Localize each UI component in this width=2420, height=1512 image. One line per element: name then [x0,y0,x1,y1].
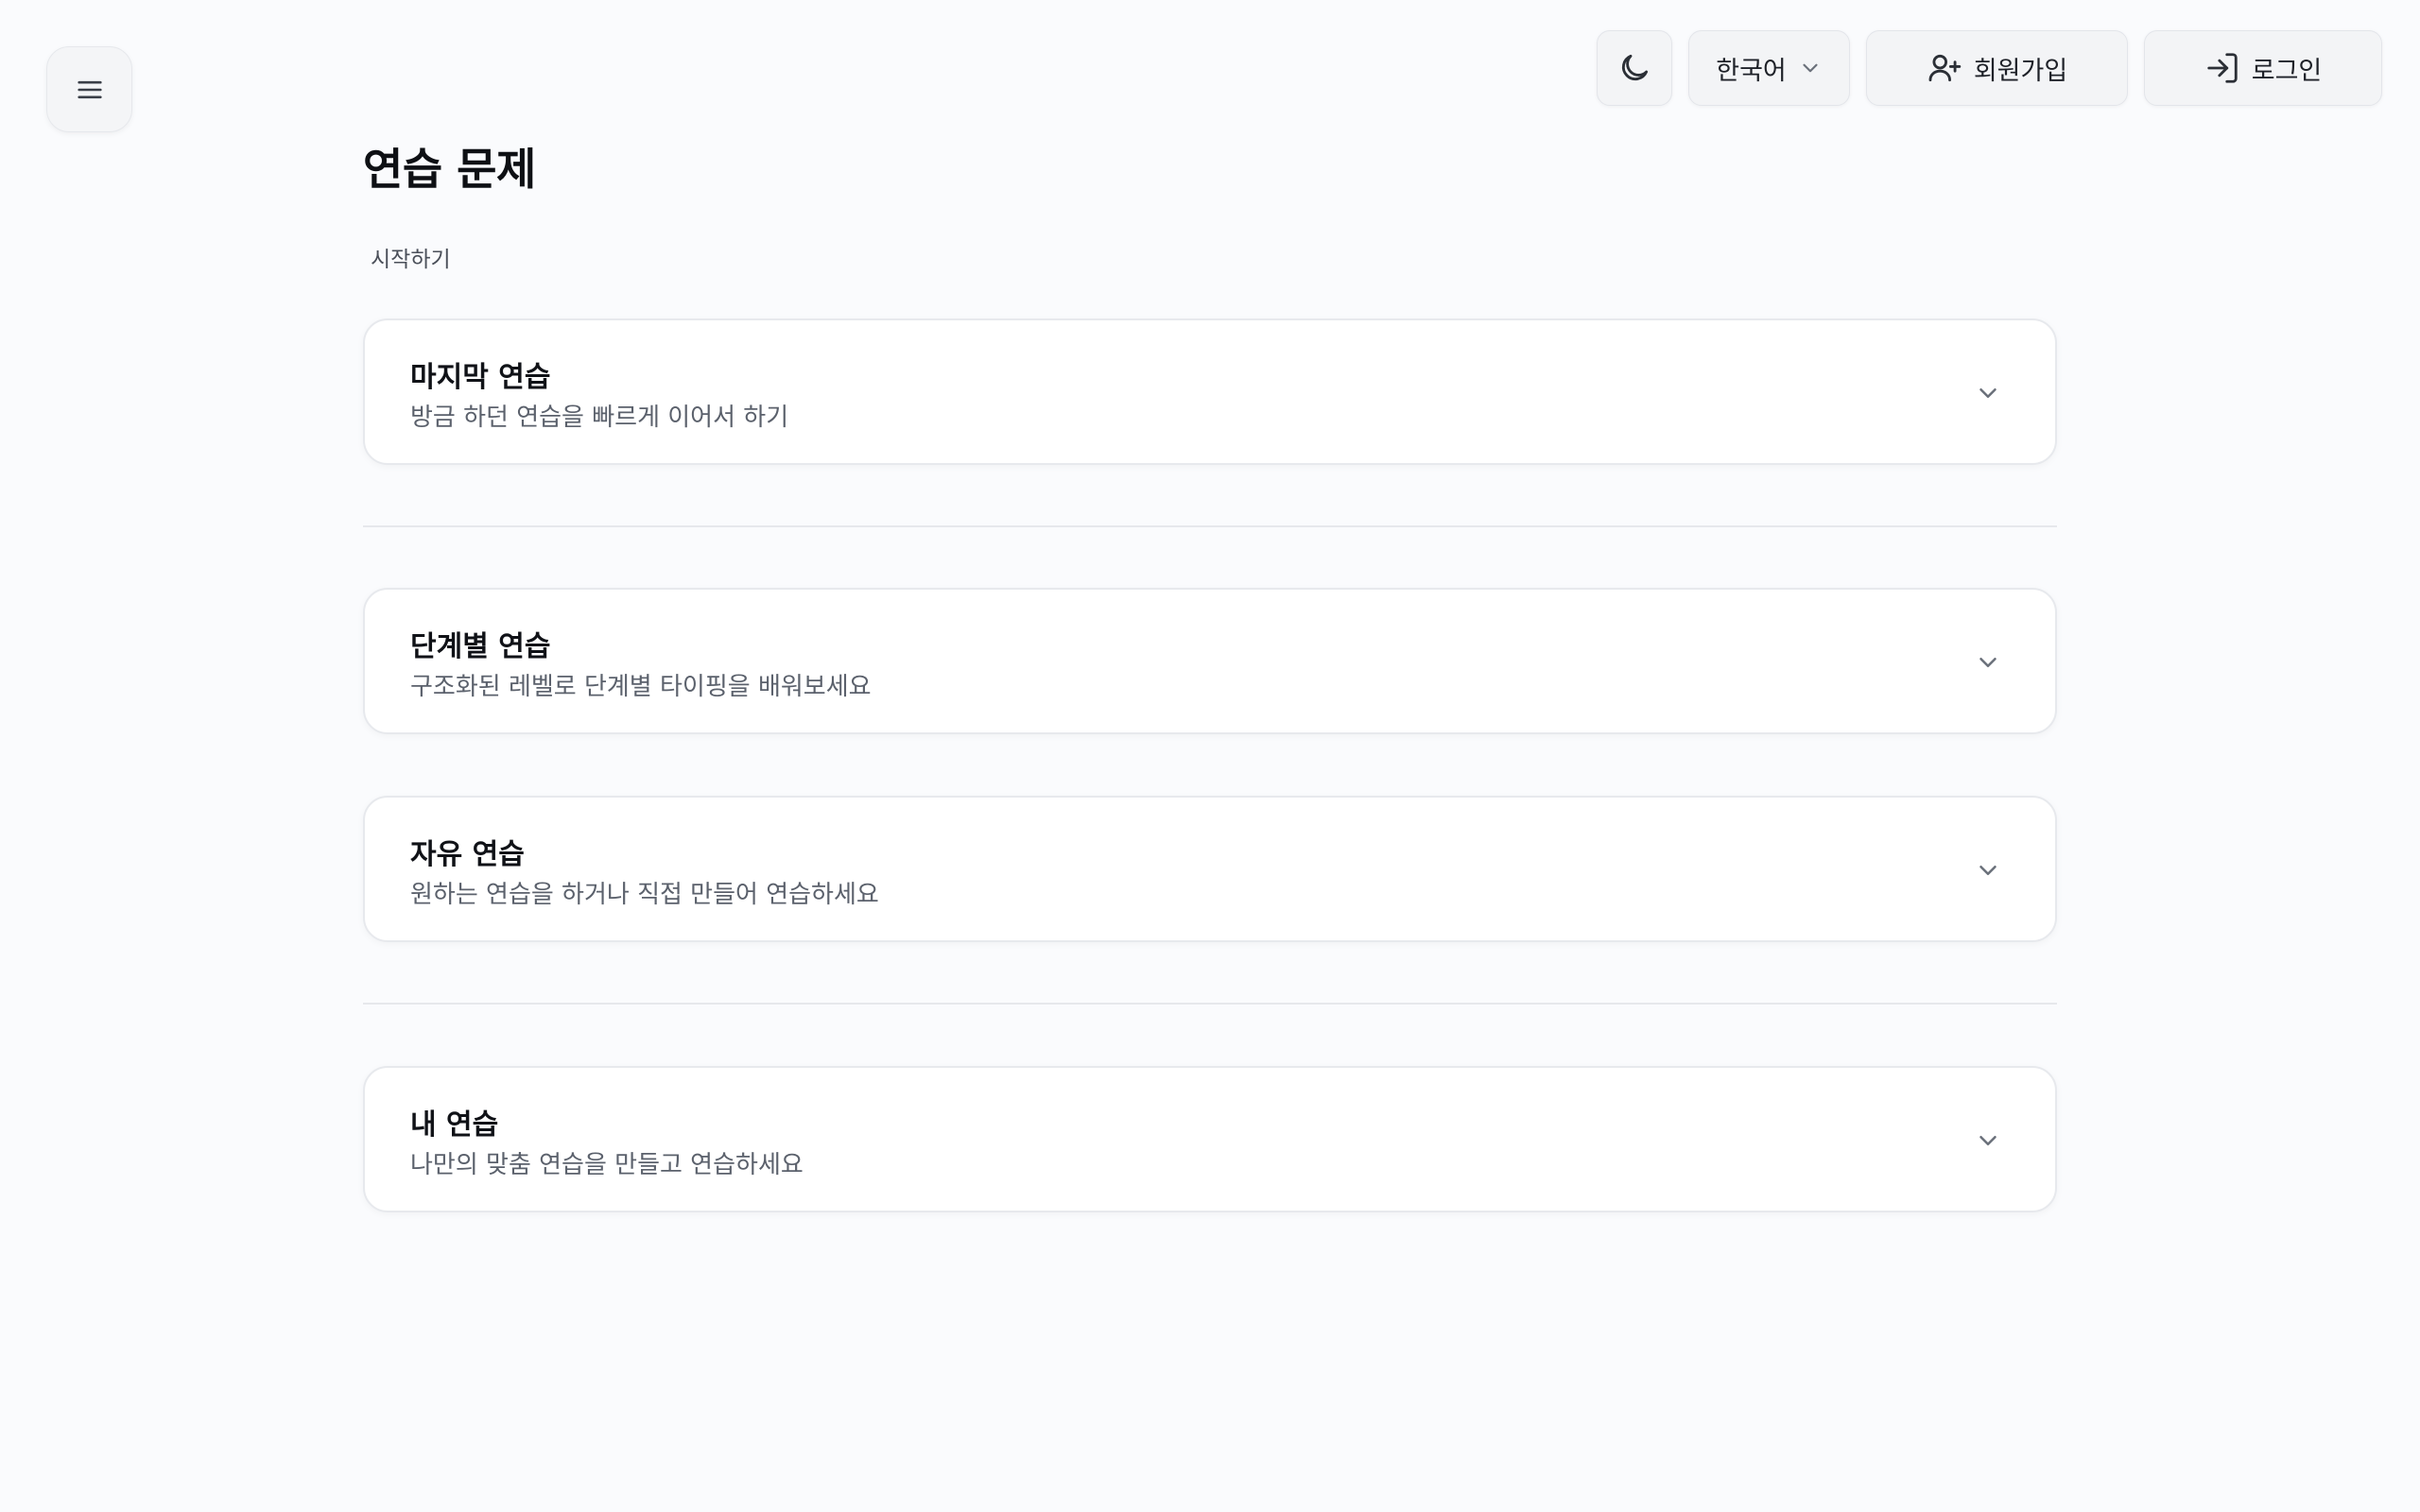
theme-toggle-button[interactable] [1597,30,1672,106]
divider [363,525,2057,527]
moon-icon [1621,54,1649,81]
signup-label: 회원가입 [1973,56,2068,86]
card-description: 방금 하던 연습을 빠르게 이어서 하기 [410,404,789,432]
card-my-practice[interactable]: 내 연습 나만의 맞춤 연습을 만들고 연습하세요 [363,1066,2057,1212]
chevron-down-icon[interactable] [1974,379,2002,407]
card-title: 자유 연습 [410,838,525,871]
login-button[interactable]: 로그인 [2144,30,2382,106]
card-last-practice[interactable]: 마지막 연습 방금 하던 연습을 빠르게 이어서 하기 [363,318,2057,465]
header-actions: 한국어 회원가입 로그인 [1597,30,2382,106]
card-title: 내 연습 [410,1108,499,1142]
login-label: 로그인 [2251,56,2323,86]
chevron-down-icon [1803,63,1818,73]
card-title: 마지막 연습 [410,361,551,394]
language-label: 한국어 [1716,56,1787,86]
card-free-practice[interactable]: 자유 연습 원하는 연습을 하거나 직접 만들어 연습하세요 [363,796,2057,942]
card-title: 단계별 연습 [410,630,551,663]
chevron-down-icon[interactable] [1974,648,2002,677]
page-title: 연습 문제 [363,144,536,195]
language-select[interactable]: 한국어 [1688,30,1850,106]
card-description: 나만의 맞춤 연습을 만들고 연습하세요 [410,1151,804,1179]
menu-button[interactable] [46,46,132,132]
hamburger-menu-icon [77,80,102,98]
card-description: 구조화된 레벨로 단계별 타이핑을 배워보세요 [410,673,872,701]
signup-button[interactable]: 회원가입 [1866,30,2128,106]
user-plus-icon [1928,54,1962,82]
log-in-icon [2207,53,2238,83]
card-description: 원하는 연습을 하거나 직접 만들어 연습하세요 [410,881,879,909]
chevron-down-icon[interactable] [1974,856,2002,885]
divider [363,1003,2057,1005]
chevron-down-icon[interactable] [1974,1126,2002,1155]
card-step-practice[interactable]: 단계별 연습 구조화된 레벨로 단계별 타이핑을 배워보세요 [363,588,2057,734]
section-label: 시작하기 [371,248,451,272]
